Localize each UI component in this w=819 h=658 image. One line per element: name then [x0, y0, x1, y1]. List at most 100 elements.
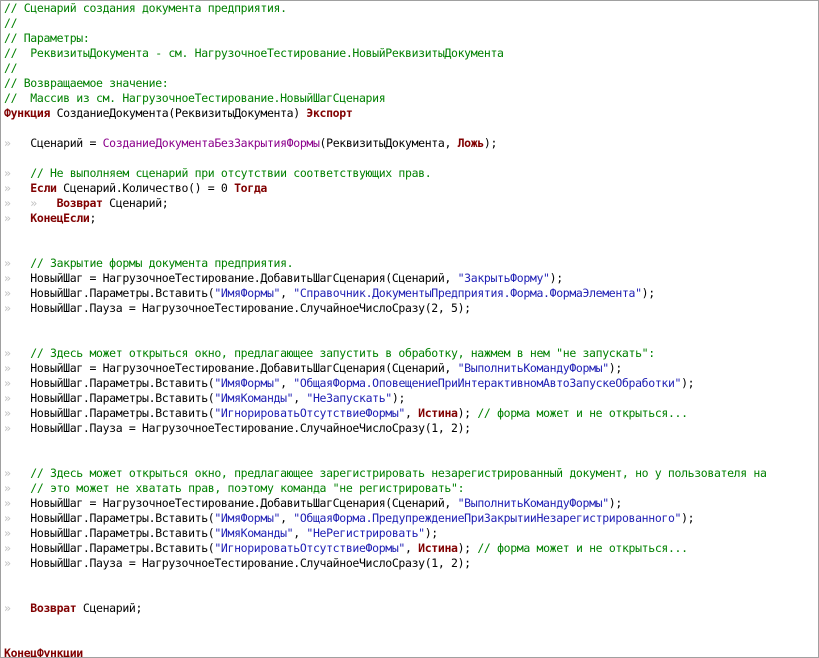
code-line[interactable]: » // Здесь может открыться окно, предлаг… [4, 346, 767, 361]
code-line[interactable]: КонецФункции [4, 646, 767, 657]
code-area[interactable]: // Сценарий создания документа предприят… [4, 1, 767, 657]
code-comment: // Закрытие формы документа предприятия. [30, 256, 294, 270]
code-string: "ВыполнитьКомандуФормы" [457, 361, 610, 375]
code-string: "ЗакрытьФорму" [457, 271, 550, 285]
code-string: "ИмяФормы" [214, 286, 281, 300]
code-line[interactable] [4, 151, 767, 166]
code-text: ); [608, 361, 623, 375]
indent-marker: » [4, 466, 31, 480]
code-text: , [280, 511, 294, 525]
code-comment: // Здесь может открыться окно, предлагаю… [30, 346, 655, 360]
code-editor[interactable]: // Сценарий создания документа предприят… [0, 0, 819, 658]
code-text: НовыйШаг.Параметры.Вставить( [30, 406, 215, 420]
code-line[interactable] [4, 616, 767, 631]
code-comment: // Не выполняем сценарий при отсутствии … [30, 166, 432, 180]
code-string: "ИмяФормы" [214, 376, 281, 390]
code-keyword: Истина [418, 406, 458, 420]
code-line[interactable] [4, 241, 767, 256]
indent-marker: » [4, 286, 31, 300]
indent-marker: » [4, 256, 31, 270]
code-line[interactable]: // Сценарий создания документа предприят… [4, 1, 767, 16]
code-string: "ОбщаяФорма.ОповещениеПриИнтерактивномАв… [293, 376, 682, 390]
code-text: НовыйШаг.Пауза = НагрузочноеТестирование… [30, 556, 471, 570]
indent-marker: » [4, 361, 31, 375]
code-line[interactable]: » НовыйШаг.Пауза = НагрузочноеТестирован… [4, 301, 767, 316]
code-function-call: СозданиеДокументаБезЗакрытияФормы [102, 136, 320, 150]
code-line[interactable] [4, 121, 767, 136]
code-line[interactable]: » НовыйШаг.Параметры.Вставить("ИмяКоманд… [4, 391, 767, 406]
code-text: ); [483, 136, 498, 150]
code-keyword: КонецЕсли [30, 211, 90, 225]
code-string: "ИгнорироватьОтсутствиеФормы" [214, 541, 405, 555]
code-line[interactable]: » НовыйШаг = НагрузочноеТестирование.Доб… [4, 271, 767, 286]
code-line[interactable] [4, 631, 767, 646]
code-string: "ИмяКоманды" [214, 526, 294, 540]
indent-marker: » [4, 556, 31, 570]
code-line[interactable] [4, 226, 767, 241]
code-text: ); [424, 526, 439, 540]
code-line[interactable]: // Возвращаемое значение: [4, 76, 767, 91]
code-keyword: Истина [418, 541, 458, 555]
code-text: ); [681, 511, 695, 525]
indent-marker: » [4, 211, 31, 225]
code-line[interactable]: » НовыйШаг.Параметры.Вставить("Игнориров… [4, 541, 767, 556]
code-string: "ИмяКоманды" [214, 391, 294, 405]
code-line[interactable]: // РеквизитыДокумента - см. НагрузочноеТ… [4, 46, 767, 61]
code-line[interactable]: // Параметры: [4, 31, 767, 46]
code-text: НовыйШаг.Параметры.Вставить( [30, 286, 215, 300]
code-line[interactable]: » // это может не хватать прав, поэтому … [4, 481, 767, 496]
code-line[interactable]: » » Возврат Сценарий; [4, 196, 767, 211]
code-text: ); [681, 376, 695, 390]
code-string: "ВыполнитьКомандуФормы" [457, 496, 610, 510]
code-line[interactable] [4, 586, 767, 601]
indent-marker: » [4, 496, 31, 510]
code-line[interactable]: » НовыйШаг.Параметры.Вставить("ИмяФормы"… [4, 376, 767, 391]
code-line[interactable]: » Возврат Сценарий; [4, 601, 767, 616]
code-line[interactable]: » НовыйШаг.Параметры.Вставить("ИмяКоманд… [4, 526, 767, 541]
code-text: , [280, 376, 294, 390]
code-line[interactable] [4, 571, 767, 586]
code-comment: // [4, 61, 18, 75]
code-line[interactable]: » КонецЕсли; [4, 211, 767, 226]
code-line[interactable]: » // Здесь может открыться окно, предлаг… [4, 466, 767, 481]
code-keyword: Функция [4, 106, 51, 120]
indent-marker: » [4, 166, 31, 180]
code-line[interactable]: » НовыйШаг.Параметры.Вставить("Игнориров… [4, 406, 767, 421]
code-text: НовыйШаг.Параметры.Вставить( [30, 541, 215, 555]
code-line[interactable] [4, 316, 767, 331]
indent-marker: » [4, 421, 31, 435]
code-line[interactable] [4, 331, 767, 346]
code-line[interactable]: Функция СозданиеДокумента(РеквизитыДокум… [4, 106, 767, 121]
indent-marker: » [4, 541, 31, 555]
code-line[interactable]: // [4, 61, 767, 76]
code-line[interactable]: » // Не выполняем сценарий при отсутстви… [4, 166, 767, 181]
code-string: "НеРегистрировать" [306, 526, 425, 540]
code-text: НовыйШаг.Параметры.Вставить( [30, 376, 215, 390]
indent-marker: » [4, 301, 31, 315]
code-line[interactable]: » НовыйШаг = НагрузочноеТестирование.Доб… [4, 496, 767, 511]
code-line[interactable]: » Сценарий = СозданиеДокументаБезЗакрыти… [4, 136, 767, 151]
code-line[interactable]: // [4, 16, 767, 31]
code-line[interactable] [4, 451, 767, 466]
code-text: НовыйШаг = НагрузочноеТестирование.Добав… [30, 361, 458, 375]
code-text: НовыйШаг = НагрузочноеТестирование.Добав… [30, 496, 458, 510]
code-line[interactable]: » НовыйШаг.Пауза = НагрузочноеТестирован… [4, 421, 767, 436]
code-text: , [405, 406, 419, 420]
code-line[interactable]: » НовыйШаг = НагрузочноеТестирование.Доб… [4, 361, 767, 376]
code-line[interactable]: » // Закрытие формы документа предприяти… [4, 256, 767, 271]
code-comment: // Массив из см. НагрузочноеТестирование… [4, 91, 386, 105]
indent-marker: » [4, 271, 31, 285]
code-line[interactable]: » НовыйШаг.Параметры.Вставить("ИмяФормы"… [4, 511, 767, 526]
code-line[interactable]: » Если Сценарий.Количество() = 0 Тогда [4, 181, 767, 196]
code-line[interactable]: // Массив из см. НагрузочноеТестирование… [4, 91, 767, 106]
indent-marker: » [4, 406, 31, 420]
code-keyword: Ложь [457, 136, 485, 150]
code-comment: // Здесь может открыться окно, предлагаю… [30, 466, 767, 480]
code-text: , [293, 391, 307, 405]
code-keyword: Тогда [234, 181, 267, 195]
code-line[interactable] [4, 436, 767, 451]
code-line[interactable]: » НовыйШаг.Пауза = НагрузочноеТестирован… [4, 556, 767, 571]
code-text: ); [391, 391, 406, 405]
code-keyword: Если [30, 181, 57, 195]
code-line[interactable]: » НовыйШаг.Параметры.Вставить("ИмяФормы"… [4, 286, 767, 301]
